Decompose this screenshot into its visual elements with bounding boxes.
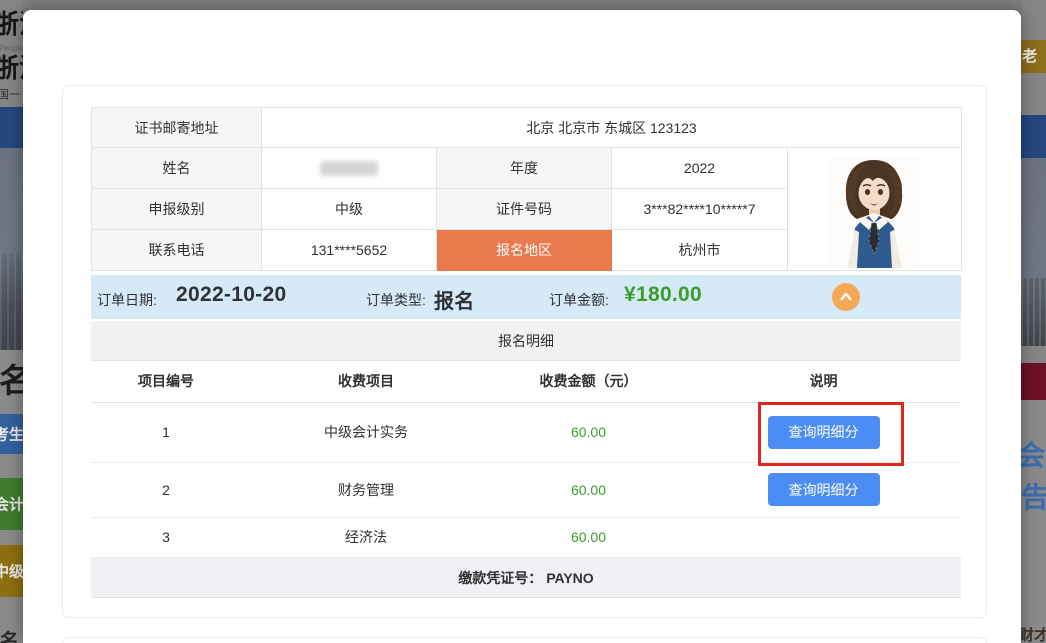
order-amount-label: 订单金额: — [549, 290, 609, 310]
bg-content-area-right: 国会 告 财才 — [1021, 400, 1046, 643]
region-value: 杭州市 — [612, 230, 788, 271]
bg-nav-band — [0, 107, 23, 148]
phone-value: 131****5652 — [262, 230, 437, 271]
bg-olive-badge-label: 老 — [1022, 49, 1037, 64]
query-score-button[interactable]: 查询明细分 — [768, 416, 880, 449]
bg-blue-text-2: 告 — [1021, 484, 1046, 512]
site-logo-subtext-1: People — [0, 45, 23, 53]
row-no: 3 — [91, 517, 241, 557]
table-row: 3 经济法 60.00 — [91, 517, 961, 557]
bg-header-area-right — [1021, 0, 1046, 40]
col-remark: 说明 — [686, 361, 961, 402]
name-label: 姓名 — [92, 148, 262, 189]
background-right-strip: 老 国会 告 财才 — [1021, 0, 1046, 643]
row-item: 经济法 — [241, 517, 491, 557]
order-date-label: 订单日期: — [97, 290, 157, 310]
site-logo-text-1: 浙江 — [0, 12, 23, 38]
background-top-strip — [0, 0, 1046, 10]
col-item-no: 项目编号 — [91, 361, 241, 402]
avatar-illustration — [829, 156, 920, 268]
region-label-highlighted: 报名地区 — [437, 230, 612, 271]
bg-blue-text-1: 国会 — [1021, 442, 1045, 470]
row-amount: 60.00 — [491, 402, 686, 462]
bg-content-area: 名 考生 会计 中级 名 — [0, 350, 23, 643]
bg-button-intermediate-label: 中级 — [0, 561, 23, 582]
col-fee-amount: 收费金额（元） — [491, 361, 686, 402]
table-row: 姓名 年度 2022 — [92, 148, 962, 189]
order-summary-bar: 订单日期: 2022-10-20 订单类型: 报名 订单金额: ¥180.00 — [91, 275, 961, 319]
table-row: 证书邮寄地址 北京 北京市 东城区 123123 — [92, 108, 962, 148]
order-type-value: 报名 — [434, 285, 475, 314]
level-label: 申报级别 — [92, 189, 262, 230]
bg-button-accounting: 会计 — [0, 478, 23, 530]
bg-nav-band-right — [1021, 115, 1046, 158]
payment-voucher-row: 缴款凭证号： PAYNO — [91, 558, 961, 598]
id-number-value: 3***82****10*****7 — [612, 189, 788, 230]
bg-gray-area-right — [1021, 73, 1046, 115]
address-value: 北京 北京市 东城区 123123 — [262, 108, 962, 148]
row-no: 2 — [91, 462, 241, 517]
bg-city-image — [0, 253, 23, 350]
row-action-cell: 查询明细分 — [686, 462, 961, 517]
blurred-name — [320, 161, 378, 176]
order-detail-modal: 证书邮寄地址 北京 北京市 东城区 123123 姓名 年度 2022 — [23, 10, 1021, 643]
phone-label: 联系电话 — [92, 230, 262, 271]
next-card-top-edge — [62, 637, 987, 643]
year-label: 年度 — [437, 148, 612, 189]
table-row: 2 财务管理 60.00 查询明细分 — [91, 462, 961, 517]
background-left-strip: 浙江 People 浙江 国一 名 考生 会计 中级 名 — [0, 0, 23, 643]
year-value: 2022 — [612, 148, 788, 189]
fee-detail-table: 项目编号 收费项目 收费金额（元） 说明 1 中级会计实务 60.00 查询明细… — [91, 361, 961, 558]
level-value: 中级 — [262, 189, 437, 230]
bg-headline-fragment: 名 — [0, 364, 23, 397]
row-action-cell — [686, 517, 961, 557]
order-type-label: 订单类型: — [366, 290, 426, 310]
bg-olive-badge: 老 — [1021, 40, 1046, 73]
name-value — [262, 148, 437, 189]
avatar-photo — [788, 148, 962, 271]
col-fee-item: 收费项目 — [241, 361, 491, 402]
bg-button-accounting-label: 会计 — [0, 494, 23, 515]
row-no: 1 — [91, 402, 241, 462]
site-logo-subtext-2: 国一 — [0, 90, 20, 101]
payno-label: 缴款凭证号： — [458, 570, 542, 586]
id-number-label: 证件号码 — [437, 189, 612, 230]
order-detail-card: 证书邮寄地址 北京 北京市 东城区 123123 姓名 年度 2022 — [62, 85, 987, 618]
row-action-cell: 查询明细分 — [686, 402, 961, 462]
bg-button-candidate-label: 考生 — [0, 424, 23, 445]
bg-city-image-right — [1021, 278, 1046, 346]
bg-header-area: 浙江 People 浙江 国一 — [0, 0, 23, 107]
bg-maroon-block — [1021, 363, 1046, 400]
row-item: 财务管理 — [241, 462, 491, 517]
applicant-info-table: 证书邮寄地址 北京 北京市 东城区 123123 姓名 年度 2022 — [91, 107, 962, 271]
bg-button-candidate: 考生 — [0, 414, 23, 454]
bg-sky-image-right — [1021, 158, 1046, 278]
bg-bottom-fragment-right: 财才 — [1021, 628, 1046, 643]
screen: 浙江 People 浙江 国一 名 考生 会计 中级 名 老 国会 告 财才 — [0, 0, 1046, 643]
table-row: 1 中级会计实务 60.00 查询明细分 — [91, 402, 961, 462]
row-item: 中级会计实务 — [241, 402, 491, 462]
query-score-button[interactable]: 查询明细分 — [768, 473, 880, 506]
chevron-up-icon — [837, 288, 855, 306]
order-date-value: 2022-10-20 — [176, 283, 286, 307]
payno-value: PAYNO — [546, 570, 593, 586]
row-amount: 60.00 — [491, 462, 686, 517]
bg-button-intermediate: 中级 — [0, 545, 23, 597]
bg-sky-image — [0, 148, 23, 253]
bg-gray-strip-right — [1021, 346, 1046, 363]
collapse-button[interactable] — [832, 283, 860, 311]
row-amount: 60.00 — [491, 517, 686, 557]
table-header-row: 项目编号 收费项目 收费金额（元） 说明 — [91, 361, 961, 402]
order-amount-value: ¥180.00 — [624, 283, 702, 307]
address-label: 证书邮寄地址 — [92, 108, 262, 148]
site-logo-text-2: 浙江 — [0, 56, 23, 82]
section-title: 报名明细 — [91, 321, 961, 361]
bg-bottom-fragment-left: 名 — [0, 632, 19, 643]
